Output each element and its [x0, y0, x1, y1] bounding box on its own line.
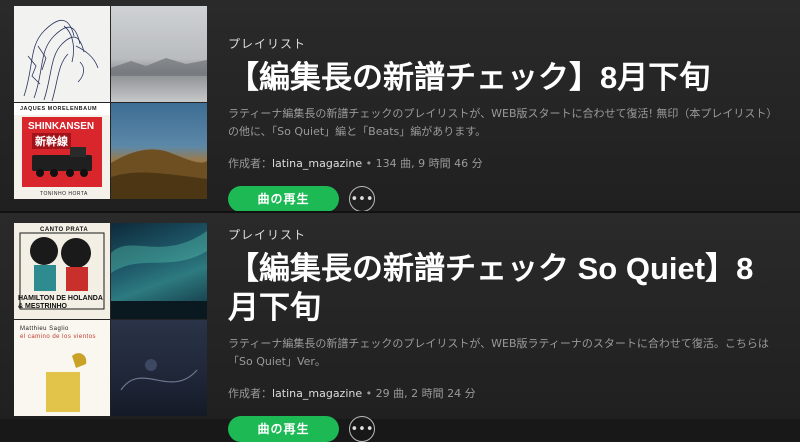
ellipsis-icon: •••	[350, 191, 374, 207]
album-artist-text: HAMILTON DE HOLANDA & MESTRINHO	[18, 295, 103, 310]
playlist-info: プレイリスト 【編集長の新譜チェック】8月下旬 ラティーナ編集長の新譜チェックの…	[228, 35, 786, 212]
album-cover-1: JAQUES MORELENBAUM	[14, 6, 110, 102]
playlist-type-label: プレイリスト	[228, 228, 307, 242]
owner-link[interactable]: latina_magazine	[272, 157, 362, 170]
track-stats: • 134 曲, 9 時間 46 分	[362, 157, 483, 170]
playlist-description: ラティーナ編集長の新譜チェックのプレイリストが、WEB版ラティーナのスタートに合…	[228, 337, 769, 368]
playlist-title[interactable]: 【編集長の新譜チェック】8月下旬	[228, 58, 786, 97]
more-options-button[interactable]: •••	[349, 186, 375, 212]
hill-landscape-art	[111, 149, 207, 199]
created-by-label: 作成者：	[228, 387, 272, 400]
ellipsis-icon: •••	[350, 421, 374, 437]
album-cover-3: Matthieu Saglio el camino de los vientos	[14, 320, 110, 416]
album-artist-bottom: TONINHO HORTA	[40, 191, 88, 197]
playlist-cover-mosaic[interactable]: JAQUES MORELENBAUM JAQUES MORELENBAUM SH…	[14, 6, 207, 199]
album-cover-4	[111, 103, 207, 199]
playlist-actions: 曲の再生 •••	[228, 186, 786, 212]
owner-link[interactable]: latina_magazine	[272, 387, 362, 400]
playlist-type-label: プレイリスト	[228, 37, 307, 51]
more-options-button[interactable]: •••	[349, 416, 375, 442]
album-title-text: el camino de los vientos	[20, 334, 97, 340]
playlist-card[interactable]: JAQUES MORELENBAUM JAQUES MORELENBAUM SH…	[0, 0, 800, 213]
album-artist-text: Matthieu Saglio	[20, 326, 69, 332]
play-button[interactable]: 曲の再生	[228, 186, 339, 212]
track-stats: • 29 曲, 2 時間 24 分	[362, 387, 476, 400]
misty-landscape-art	[111, 58, 207, 76]
album-title-text: CANTO PRATA	[40, 227, 89, 233]
playlist-description: ラティーナ編集長の新譜チェックのプレイリストが、WEB版スタートに合わせて復活!…	[228, 107, 772, 138]
album-cover-2	[111, 223, 207, 319]
playlist-meta: 作成者：latina_magazine • 134 曲, 9 時間 46 分	[228, 155, 786, 171]
playlist-card[interactable]: CANTO PRATA HAMILTON DE HOLANDA & MESTRI…	[0, 213, 800, 442]
playlist-title[interactable]: 【編集長の新譜チェック So Quiet】8月下旬	[228, 249, 773, 327]
train-art	[32, 147, 92, 177]
created-by-label: 作成者：	[228, 157, 272, 170]
album-cover-3: JAQUES MORELENBAUM SHINKANSEN 新幹線 TONINH…	[14, 103, 110, 199]
playlist-meta: 作成者：latina_magazine • 29 曲, 2 時間 24 分	[228, 385, 786, 401]
album-cover-1: CANTO PRATA HAMILTON DE HOLANDA & MESTRI…	[14, 223, 110, 319]
dark-abstract-art	[120, 359, 198, 391]
playlist-cover-mosaic[interactable]: CANTO PRATA HAMILTON DE HOLANDA & MESTRI…	[14, 223, 207, 416]
album-cover-2	[111, 6, 207, 102]
aurora-sky-art	[111, 231, 207, 319]
playlist-info: プレイリスト 【編集長の新譜チェック So Quiet】8月下旬 ラティーナ編集…	[228, 226, 786, 442]
line-drawing-face-art	[23, 19, 99, 102]
playlist-actions: 曲の再生 •••	[228, 416, 786, 442]
album-cover-4	[111, 320, 207, 416]
play-button[interactable]: 曲の再生	[228, 416, 339, 442]
